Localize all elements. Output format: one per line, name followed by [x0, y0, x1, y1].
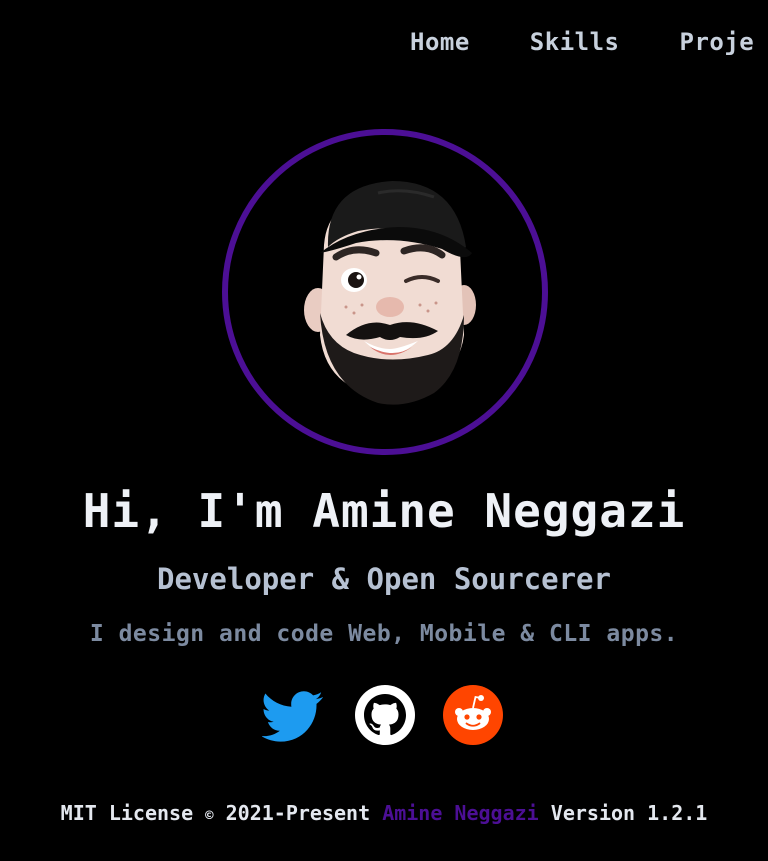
- copyright-icon: ©: [205, 808, 214, 824]
- memoji-avatar-icon: [304, 181, 476, 405]
- github-icon: [355, 685, 415, 745]
- footer-license: MIT License: [60, 801, 194, 825]
- page: Home Skills Proje Hi, I'm Amine Neggazi …: [0, 0, 768, 861]
- twitter-link[interactable]: [260, 684, 324, 746]
- nav-skills-link[interactable]: Skills: [530, 28, 620, 56]
- hero-title: Hi, I'm Amine Neggazi: [82, 484, 686, 538]
- footer-years: 2021-Present: [225, 801, 371, 825]
- footer-author-link[interactable]: Amine Neggazi: [382, 801, 539, 825]
- hero-tagline: I design and code Web, Mobile & CLI apps…: [89, 621, 679, 647]
- hero-subtitle: Developer & Open Sourcerer: [157, 562, 611, 596]
- footer-version: Version 1.2.1: [550, 801, 708, 825]
- reddit-icon: [443, 685, 503, 745]
- footer: MIT License © 2021-Present Amine Neggazi…: [0, 801, 768, 825]
- github-link[interactable]: [354, 684, 416, 746]
- nav-home-link[interactable]: Home: [410, 28, 470, 56]
- twitter-icon: [260, 691, 323, 742]
- social-links: [260, 684, 512, 746]
- avatar: [222, 129, 548, 455]
- reddit-link[interactable]: [442, 684, 504, 746]
- top-nav: Home Skills Proje: [410, 28, 768, 56]
- nav-projects-link[interactable]: Proje: [680, 28, 755, 56]
